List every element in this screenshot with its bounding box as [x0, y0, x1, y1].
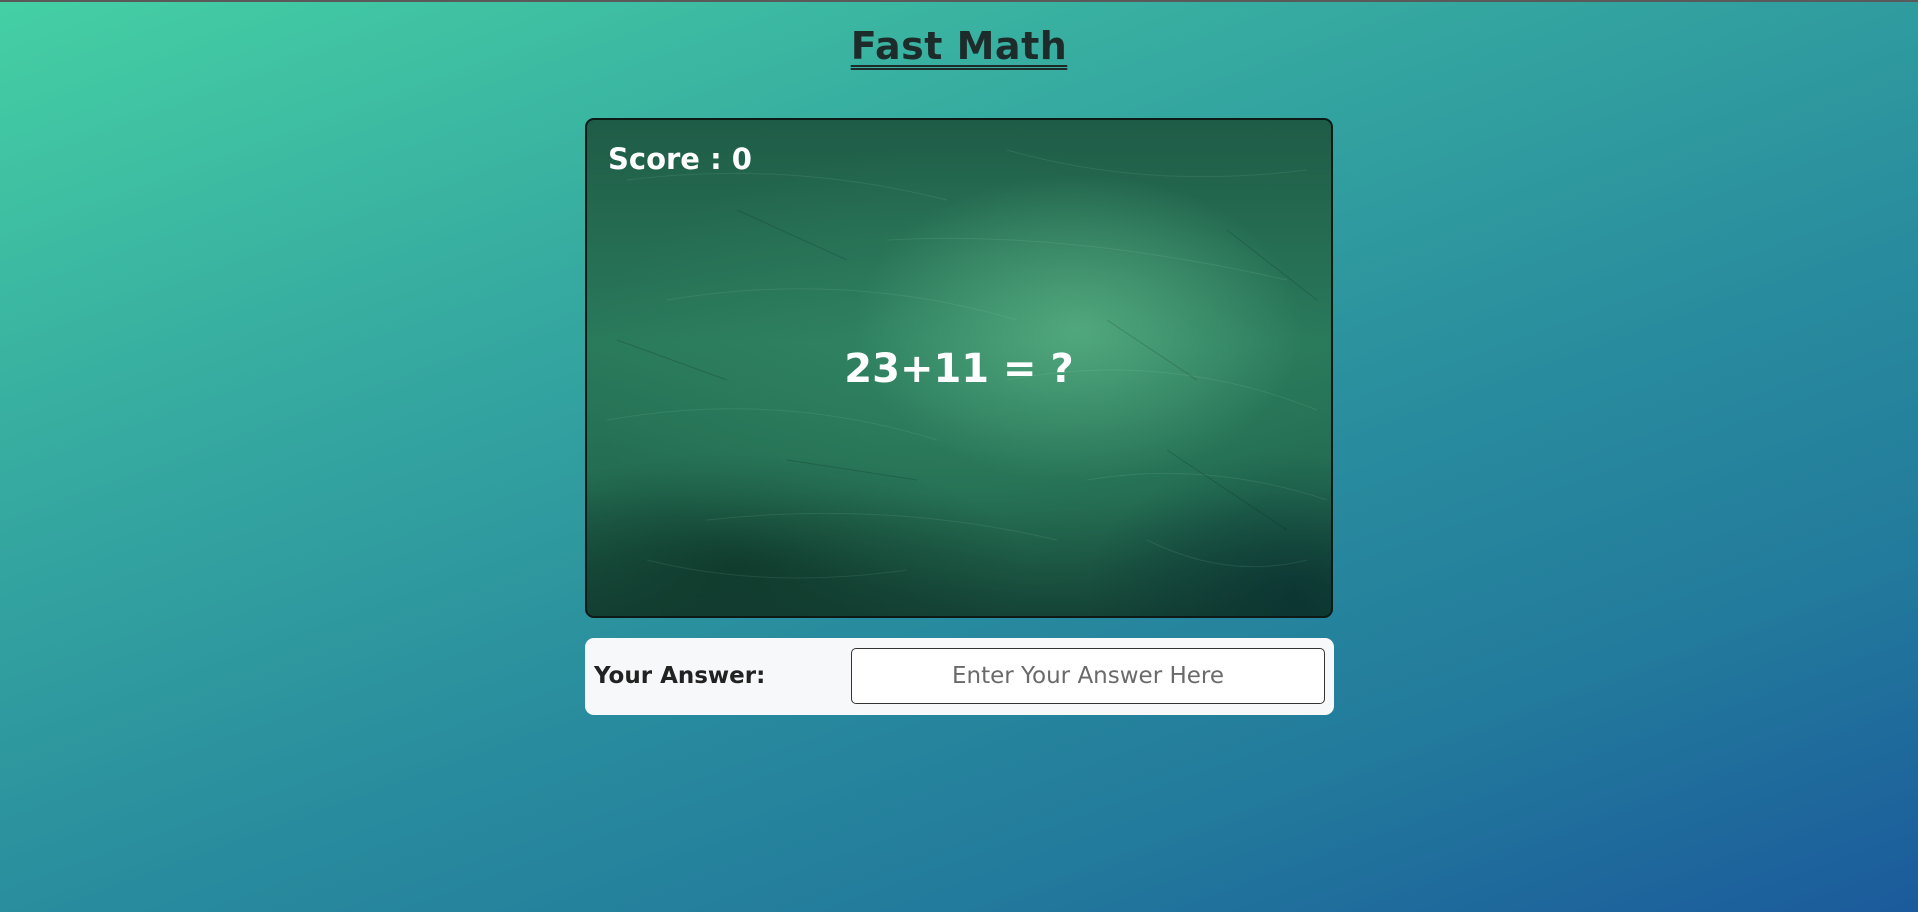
browser-top-edge: [0, 0, 1918, 2]
answer-label: Your Answer:: [594, 663, 766, 689]
answer-input[interactable]: [851, 648, 1325, 704]
page-title-text: Fast Math: [850, 24, 1068, 68]
answer-panel: Your Answer:: [585, 638, 1334, 715]
chalkboard: Score : 0 23+11 = ?: [585, 118, 1333, 618]
score-display: Score : 0: [608, 142, 752, 176]
page-title: Fast Math: [0, 24, 1918, 68]
math-question: 23+11 = ?: [844, 346, 1074, 392]
